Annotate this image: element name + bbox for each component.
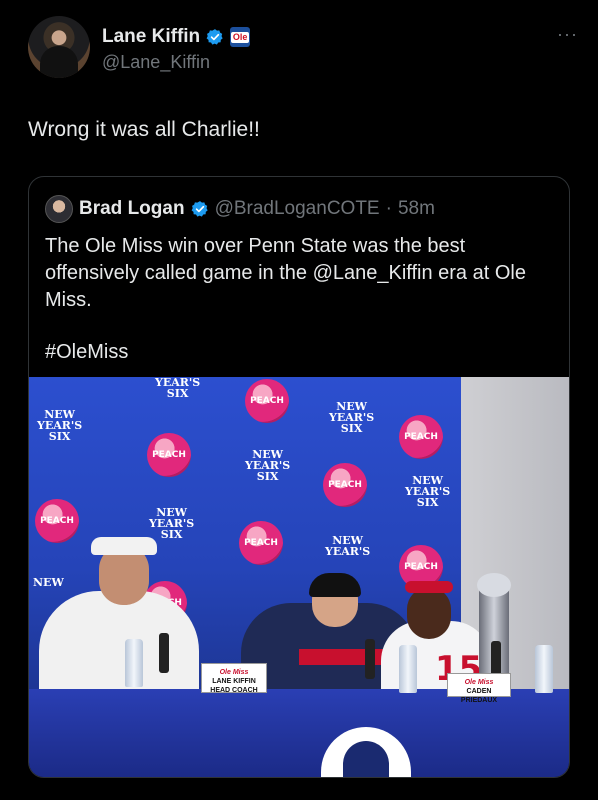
backdrop-label: NEW YEAR'S SIX: [245, 448, 291, 483]
author-display-name[interactable]: Lane Kiffin: [102, 26, 200, 48]
backdrop-label: NEW YEAR'S: [325, 534, 371, 558]
player-nameplate: Ole Miss CADEN PRIEDAUX: [447, 673, 511, 704]
nameplate-name: CADEN PRIEDAUX: [460, 688, 498, 704]
author-name-row: Lane Kiffin Ole: [102, 26, 251, 48]
author-avatar[interactable]: [28, 16, 90, 78]
more-options-icon[interactable]: ···: [557, 24, 578, 45]
coach-figure: [39, 591, 199, 701]
nameplate-title: HEAD COACH: [210, 687, 258, 694]
microphone: [365, 639, 375, 679]
coach-visor: [91, 537, 157, 555]
quarterback-hat: [309, 573, 361, 597]
author-handle[interactable]: @Lane_Kiffin: [102, 52, 210, 73]
player-head: [407, 587, 451, 639]
sponsor-logo: PEACH: [239, 521, 283, 565]
backdrop-label: YEAR'S SIX: [155, 377, 201, 400]
quoted-timestamp: 58m: [397, 198, 435, 219]
nameplate-name: LANE KIFFIN: [212, 678, 256, 685]
backdrop-label: NEW YEAR'S SIX: [329, 400, 375, 435]
affiliate-badge-icon[interactable]: Ole: [230, 27, 251, 47]
sponsor-logo: PEACH: [399, 415, 443, 459]
quoted-text: The Ole Miss win over Penn State was the…: [45, 235, 526, 311]
nameplate-team: Ole Miss: [219, 669, 249, 676]
tweet-header: Lane Kiffin Ole @Lane_Kiffin ···: [28, 16, 578, 80]
tweet-text: Wrong it was all Charlie!!: [28, 118, 260, 141]
trophy-football: [477, 573, 511, 597]
verified-badge-icon: [206, 29, 223, 45]
affiliate-badge-text: Ole: [230, 31, 250, 43]
microphone: [159, 633, 169, 673]
backdrop-label: NEW YEAR'S SIX: [405, 474, 451, 509]
water-bottle: [125, 639, 143, 687]
quoted-author-handle: @BradLoganCOTE: [214, 198, 380, 219]
quoted-hashtag[interactable]: #OleMiss: [45, 341, 128, 364]
nameplate-team: Ole Miss: [464, 679, 494, 686]
sponsor-logo: PEACH: [323, 463, 367, 507]
coach-nameplate: Ole Miss LANE KIFFIN HEAD COACH: [201, 663, 267, 694]
backdrop-label: NEW YEAR'S SIX: [37, 408, 83, 443]
quoted-author-avatar: [45, 195, 73, 223]
sponsor-logo: PEACH: [35, 499, 79, 543]
quoted-header: Brad Logan @BradLoganCOTE · 58m: [45, 195, 435, 223]
quoted-tweet[interactable]: Brad Logan @BradLoganCOTE · 58m The Ole …: [28, 176, 570, 778]
backdrop-label: NEW YEAR'S SIX: [149, 506, 195, 541]
sponsor-logo: PEACH: [245, 379, 289, 423]
water-bottle: [399, 645, 417, 693]
water-bottle: [535, 645, 553, 693]
quoted-verified-badge-icon: [191, 201, 208, 217]
champion-shirt-print: [299, 649, 389, 665]
quoted-author-name: Brad Logan: [79, 198, 185, 219]
backdrop-label: NEW: [33, 576, 64, 589]
player-headband: [405, 581, 453, 593]
quoted-separator: ·: [385, 198, 392, 219]
press-conference-photo[interactable]: NEW YEAR'S SIX YEAR'S SIX NEW YEAR'S SIX NEW Y…: [29, 377, 569, 777]
sponsor-logo: PEACH: [147, 433, 191, 477]
